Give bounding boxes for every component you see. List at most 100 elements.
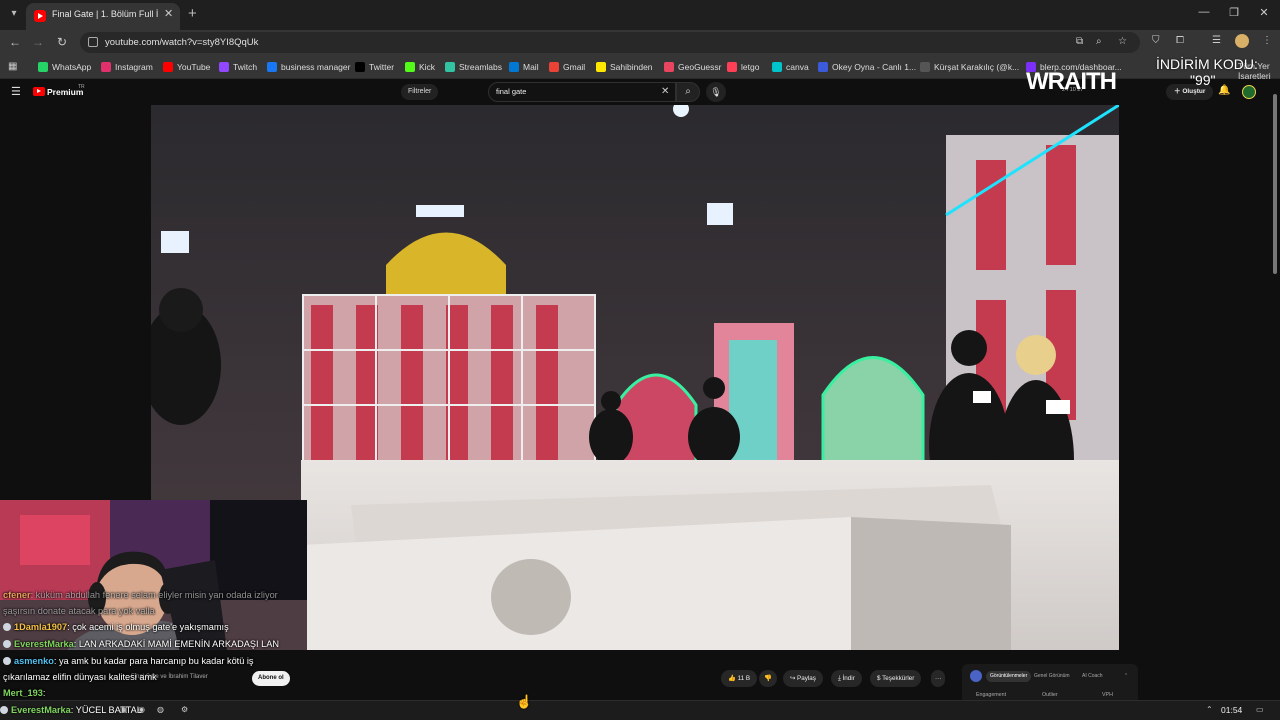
share-button[interactable]: ↪ Paylaş — [783, 670, 823, 687]
bookmark-label: Mail — [523, 62, 539, 72]
bookmark-item[interactable]: Twitter — [355, 61, 394, 73]
search-button[interactable]: ⌕ — [676, 82, 700, 102]
chat-line: 1Damla1907: çok acemi iş olmuş gate'e ya… — [3, 622, 229, 632]
reading-list-icon[interactable]: ☰ — [1212, 35, 1221, 46]
bookmark-item[interactable]: Okey Oyna - Canlı 1... — [818, 61, 916, 73]
search-box[interactable]: ✕ — [488, 82, 676, 102]
thanks-icon: $ — [877, 675, 881, 682]
bookmark-label: Twitch — [233, 62, 258, 72]
notifications-bell-icon[interactable]: 🔔 — [1218, 85, 1230, 96]
new-tab-icon[interactable]: + — [188, 5, 197, 22]
tray-chevron-icon[interactable]: ⌃ — [1206, 705, 1213, 714]
bookmark-item[interactable]: Twitch — [219, 61, 257, 73]
dislike-button[interactable]: 👎 — [759, 670, 777, 687]
minimize-icon[interactable]: — — [1194, 6, 1214, 18]
chat-line: cfener: küküm abdullah fenere selam eliy… — [3, 590, 278, 600]
stats-tab-views[interactable]: Görüntülenmeler — [986, 671, 1032, 682]
mic-icon: 🎙 — [710, 87, 722, 97]
browser-menu-icon[interactable]: ⋮ — [1262, 35, 1272, 46]
chat-username: Mert_193 — [3, 688, 43, 698]
bookmark-item[interactable]: Streamlabs — [445, 61, 502, 73]
reload-icon[interactable]: ↻ — [54, 35, 70, 49]
back-icon[interactable]: ← — [7, 35, 23, 49]
youtube-logo-icon[interactable] — [33, 87, 45, 96]
bookmark-favicon-icon — [596, 62, 606, 72]
more-actions-button[interactable]: ··· — [931, 670, 946, 687]
search-icon: ⌕ — [685, 86, 691, 97]
page-scrollbar[interactable] — [1270, 82, 1280, 700]
extensions-icon[interactable]: ⧠ — [1176, 35, 1184, 46]
chat-message: : LAN ARKADAKİ MAMİ EMENİN ARKADAŞI LAN — [73, 639, 280, 649]
bookmark-item[interactable]: WhatsApp — [38, 61, 91, 73]
bookmark-favicon-icon — [405, 62, 415, 72]
subscribe-button[interactable]: Abone ol — [252, 671, 290, 686]
bookmark-item[interactable]: letgo — [727, 61, 759, 73]
download-icon: ⤓ — [838, 675, 841, 682]
taskbar-discord-icon[interactable]: ◍ — [157, 705, 164, 714]
menu-icon[interactable]: ☰ — [11, 85, 21, 98]
stats-tab-overview[interactable]: Genel Görünüm — [1030, 671, 1074, 682]
bookmark-item[interactable]: Gmail — [549, 61, 585, 73]
stats-collapse-icon[interactable]: ⌃ — [1120, 671, 1132, 682]
download-label: İndir — [842, 675, 855, 682]
forward-icon[interactable]: → — [30, 35, 46, 49]
bookmark-item[interactable]: canva — [772, 61, 809, 73]
bookmark-item[interactable]: Kürşat Karakılıç (@k... — [920, 61, 1019, 73]
filters-button[interactable]: Filtreler — [401, 84, 439, 100]
bookmark-item[interactable]: YouTube — [163, 61, 210, 73]
thanks-button[interactable]: $ Teşekkürler — [870, 670, 922, 687]
browser-tab-strip: ▾ Final Gate | 1. Bölüm Full İzle - YouT… — [0, 0, 1280, 30]
url-text[interactable]: youtube.com/watch?v=sty8YI8QqUk — [105, 37, 258, 48]
region-label: TR — [78, 84, 85, 90]
extension-shield-icon[interactable]: ⛉ — [1152, 35, 1160, 46]
bookmark-favicon-icon — [355, 62, 365, 72]
notification-center-icon[interactable]: ▭ — [1256, 705, 1264, 714]
like-count: 11 B — [737, 675, 751, 682]
bookmark-item[interactable]: Kick — [405, 61, 435, 73]
bookmark-label: Okey Oyna - Canlı 1... — [832, 62, 917, 72]
bookmark-item[interactable]: Mail — [509, 61, 539, 73]
scrollbar-thumb[interactable] — [1273, 94, 1277, 274]
taskbar-settings-icon[interactable]: ⚙ — [181, 705, 188, 714]
download-button[interactable]: ⤓ İndir — [831, 670, 862, 687]
chat-message: : küküm abdullah fenere selam eliyler mi… — [30, 590, 278, 600]
site-info-icon[interactable] — [88, 37, 98, 47]
voice-search-button[interactable]: 🎙 — [706, 82, 726, 102]
bookmark-label: WhatsApp — [52, 62, 92, 72]
bookmark-label: GeoGuessr — [678, 62, 722, 72]
window-close-icon[interactable]: ✕ — [1254, 6, 1274, 19]
tab-close-icon[interactable]: ✕ — [164, 7, 173, 20]
bookmark-item[interactable]: GeoGuessr — [664, 61, 721, 73]
chat-username: cfener — [3, 590, 31, 600]
search-clear-icon[interactable]: ✕ — [661, 86, 669, 97]
search-input[interactable] — [496, 87, 646, 96]
stats-header-vph: VPH — [1102, 692, 1113, 698]
bookmark-favicon-icon — [267, 62, 277, 72]
tab-search-icon[interactable]: ▾ — [6, 6, 22, 22]
taskbar-clock[interactable]: 01:54 — [1221, 705, 1242, 715]
profile-avatar[interactable] — [1235, 34, 1249, 48]
bookmark-favicon-icon — [509, 62, 519, 72]
channel-avatar[interactable] — [1242, 85, 1256, 99]
restore-icon[interactable]: ❐ — [1224, 6, 1244, 19]
install-app-icon[interactable]: ⧉ — [1076, 36, 1083, 47]
browser-tab[interactable]: Final Gate | 1. Bölüm Full İzle - YouTub… — [26, 3, 180, 30]
bookmark-item[interactable]: Sahibinden — [596, 61, 653, 73]
bookmark-item[interactable]: Instagram — [101, 61, 153, 73]
bookmark-favicon-icon — [549, 62, 559, 72]
chat-message: : YÜCEL BATTAL — [70, 705, 142, 715]
stats-extension-icon — [970, 670, 982, 682]
bookmark-star-icon[interactable]: ☆ — [1118, 36, 1127, 47]
apps-grid-icon[interactable]: ▦ — [8, 61, 17, 72]
video-player[interactable] — [0, 105, 1280, 673]
youtube-favicon-icon — [34, 10, 46, 22]
bookmark-item[interactable]: business manager — [267, 61, 350, 73]
zoom-icon[interactable]: ⌕ — [1096, 36, 1102, 47]
promo-code-label: İNDİRİM KODU: — [1156, 56, 1258, 72]
address-bar[interactable]: youtube.com/watch?v=sty8YI8QqUk ⧉ ⌕ ☆ — [80, 32, 1140, 53]
stats-tab-ai-coach[interactable]: AI Coach — [1078, 671, 1107, 682]
like-button[interactable]: 👍 11 B — [721, 670, 758, 687]
chat-message: : — [42, 688, 46, 698]
tab-title: Final Gate | 1. Bölüm Full İzle - YouTub… — [52, 9, 158, 19]
stats-header-outlier: Outlier — [1042, 692, 1058, 698]
